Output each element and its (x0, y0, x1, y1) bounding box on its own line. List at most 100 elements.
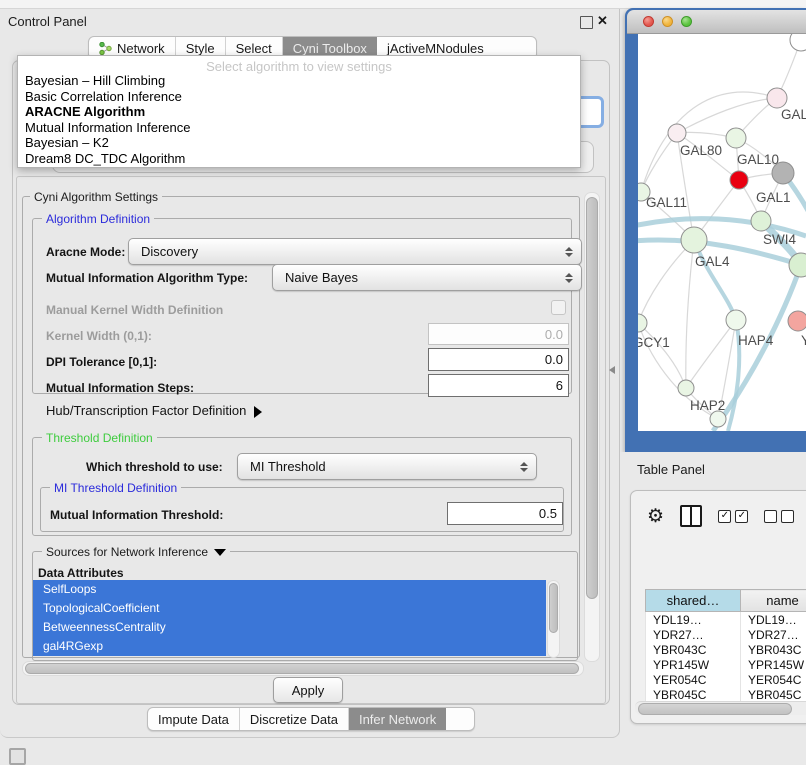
bottom-tab-impute-data[interactable]: Impute Data (148, 708, 240, 730)
network-graph[interactable]: GALGAL80GAL10GAL1GAL11SWI4GAL4GCY1HAP4YH… (638, 34, 806, 431)
network-edge[interactable] (638, 323, 686, 388)
close-icon[interactable]: ✕ (597, 13, 608, 29)
kernel-width-field[interactable] (428, 323, 569, 345)
network-node-gal[interactable] (767, 88, 787, 108)
sources-legend-label: Sources for Network Inference (46, 545, 208, 559)
settings-hscrollbar-thumb[interactable] (25, 663, 579, 674)
table-hscrollbar[interactable] (635, 701, 806, 715)
network-edge[interactable] (641, 133, 677, 192)
close-traffic-light-icon[interactable] (643, 16, 654, 27)
network-edge[interactable] (677, 98, 777, 133)
bottom-tab-discretize-data[interactable]: Discretize Data (240, 708, 349, 730)
table-cell[interactable]: YDR27… (741, 627, 806, 642)
table-cell[interactable]: YPR145W (741, 657, 806, 672)
kernel-width-label: Kernel Width (0,1): (46, 329, 152, 343)
network-window-titlebar[interactable] (627, 10, 806, 34)
node-label-y: Y (801, 333, 806, 348)
control-panel-title: Control Panel (8, 14, 87, 29)
manual-kernel-checkbox[interactable] (551, 300, 566, 315)
network-node-y[interactable] (788, 311, 806, 331)
network-node-gal10[interactable] (726, 128, 746, 148)
data-attribute-item-selfloops[interactable]: SelfLoops (33, 580, 546, 599)
mi-threshold-field[interactable] (447, 502, 563, 525)
algorithm-dropdown-placeholder: Select algorithm to view settings (18, 56, 580, 73)
data-attribute-item-betweennesscentrality[interactable]: BetweennessCentrality (33, 618, 546, 637)
network-node-gal1[interactable] (730, 171, 748, 189)
table-cell[interactable]: YBR043C (741, 642, 806, 657)
combo-spinner-icon (565, 273, 573, 283)
algorithm-option-mutual-information-inference[interactable]: Mutual Information Inference (18, 120, 580, 136)
minimize-traffic-light-icon[interactable] (662, 16, 673, 27)
expand-right-icon (254, 406, 262, 418)
network-canvas[interactable]: GALGAL80GAL10GAL1GAL11SWI4GAL4GCY1HAP4YH… (638, 34, 806, 431)
settings-vscrollbar[interactable] (584, 192, 600, 662)
network-node[interactable] (710, 411, 726, 427)
column-header-name[interactable]: name (741, 590, 806, 612)
network-node-gcy1[interactable] (638, 314, 647, 332)
network-node[interactable] (772, 162, 794, 184)
collapse-down-icon (214, 549, 226, 556)
table-row[interactable]: YDR27…YDR27…12 (646, 627, 806, 642)
gear-icon[interactable]: ⚙ (647, 507, 664, 526)
table-cell[interactable]: YPR145W (646, 657, 741, 672)
table-row[interactable]: YBR045CYBR045C9. (646, 687, 806, 701)
deselect-all-columns-icon[interactable] (764, 510, 794, 523)
table-row[interactable]: YER054CYER054C8. (646, 672, 806, 687)
table-cell[interactable]: YER054C (741, 672, 806, 687)
attributes-vscrollbar-thumb[interactable] (549, 583, 558, 633)
network-node-gal80[interactable] (668, 124, 686, 142)
network-edge-thick[interactable] (713, 265, 801, 431)
aracne-mode-combo[interactable]: Discovery (128, 238, 582, 265)
column-header-shared[interactable]: shared… (646, 590, 741, 612)
network-edge[interactable] (638, 240, 694, 323)
data-attribute-item-topologicalcoefficient[interactable]: TopologicalCoefficient (33, 599, 546, 618)
network-node-swi4[interactable] (751, 211, 771, 231)
algorithm-option-aracne-algorithm[interactable]: ARACNE Algorithm (18, 104, 580, 120)
bottom-tab-infer-network[interactable]: Infer Network (349, 708, 446, 730)
table-hscrollbar-thumb[interactable] (638, 703, 792, 715)
settings-hscrollbar[interactable] (22, 661, 584, 676)
apply-button[interactable]: Apply (273, 677, 343, 703)
control-panel: Control Panel ✕ NetworkStyleSelectCyni T… (0, 9, 620, 738)
table-panel-title: Table Panel (637, 462, 705, 477)
data-attribute-item-gal4rgexp[interactable]: gal4RGexp (33, 637, 546, 656)
mi-steps-field[interactable] (428, 374, 569, 397)
zoom-traffic-light-icon[interactable] (681, 16, 692, 27)
table-cell[interactable]: YBR045C (646, 687, 741, 701)
network-edge[interactable] (686, 320, 736, 388)
mi-type-combo[interactable]: Naive Bayes (272, 264, 582, 291)
table-row[interactable]: YDL19…YDL19…13 (646, 612, 806, 628)
dpi-tolerance-field[interactable] (428, 348, 569, 371)
algorithm-option-bayesian-hill-climbing[interactable]: Bayesian – Hill Climbing (18, 73, 580, 89)
table-cell[interactable]: YBR045C (741, 687, 806, 701)
algorithm-option-dream8-dc-tdc-algorithm[interactable]: Dream8 DC_TDC Algorithm (18, 151, 580, 167)
table-cell[interactable]: YDL19… (741, 612, 806, 628)
split-view-icon[interactable] (680, 505, 702, 527)
hub-definition-toggle[interactable]: Hub/Transcription Factor Definition (46, 403, 262, 418)
node-attribute-table[interactable]: shared…name YDL19…YDL19…13YDR27…YDR27…12… (645, 589, 806, 701)
network-edge[interactable] (641, 92, 777, 192)
which-threshold-combo[interactable]: MI Threshold (237, 453, 537, 480)
float-window-icon[interactable] (580, 16, 593, 29)
table-row[interactable]: YPR145WYPR145W9. (646, 657, 806, 672)
table-cell[interactable]: YDL19… (646, 612, 741, 628)
network-node-hap4[interactable] (726, 310, 746, 330)
network-node-hap2[interactable] (678, 380, 694, 396)
table-cell[interactable]: YER054C (646, 672, 741, 687)
minimized-panel-icon[interactable] (9, 748, 26, 765)
table-cell[interactable]: YBR043C (646, 642, 741, 657)
node-label-swi4: SWI4 (763, 232, 796, 247)
table-row[interactable]: YBR043CYBR043C (646, 642, 806, 657)
select-all-columns-icon[interactable]: ✓✓ (718, 510, 748, 523)
network-node-gal4[interactable] (681, 227, 707, 253)
table-cell[interactable]: YDR27… (646, 627, 741, 642)
algorithm-option-bayesian-k2[interactable]: Bayesian – K2 (18, 135, 580, 151)
splitter-collapse-icon[interactable] (609, 366, 615, 374)
sources-legend[interactable]: Sources for Network Inference (42, 545, 230, 559)
attributes-vscrollbar[interactable] (547, 580, 560, 658)
network-edge[interactable] (686, 240, 694, 388)
settings-vscrollbar-thumb[interactable] (586, 197, 598, 599)
algorithm-option-basic-correlation-inference[interactable]: Basic Correlation Inference (18, 89, 580, 105)
network-edge-thick[interactable] (694, 240, 736, 320)
network-node[interactable] (790, 34, 806, 51)
